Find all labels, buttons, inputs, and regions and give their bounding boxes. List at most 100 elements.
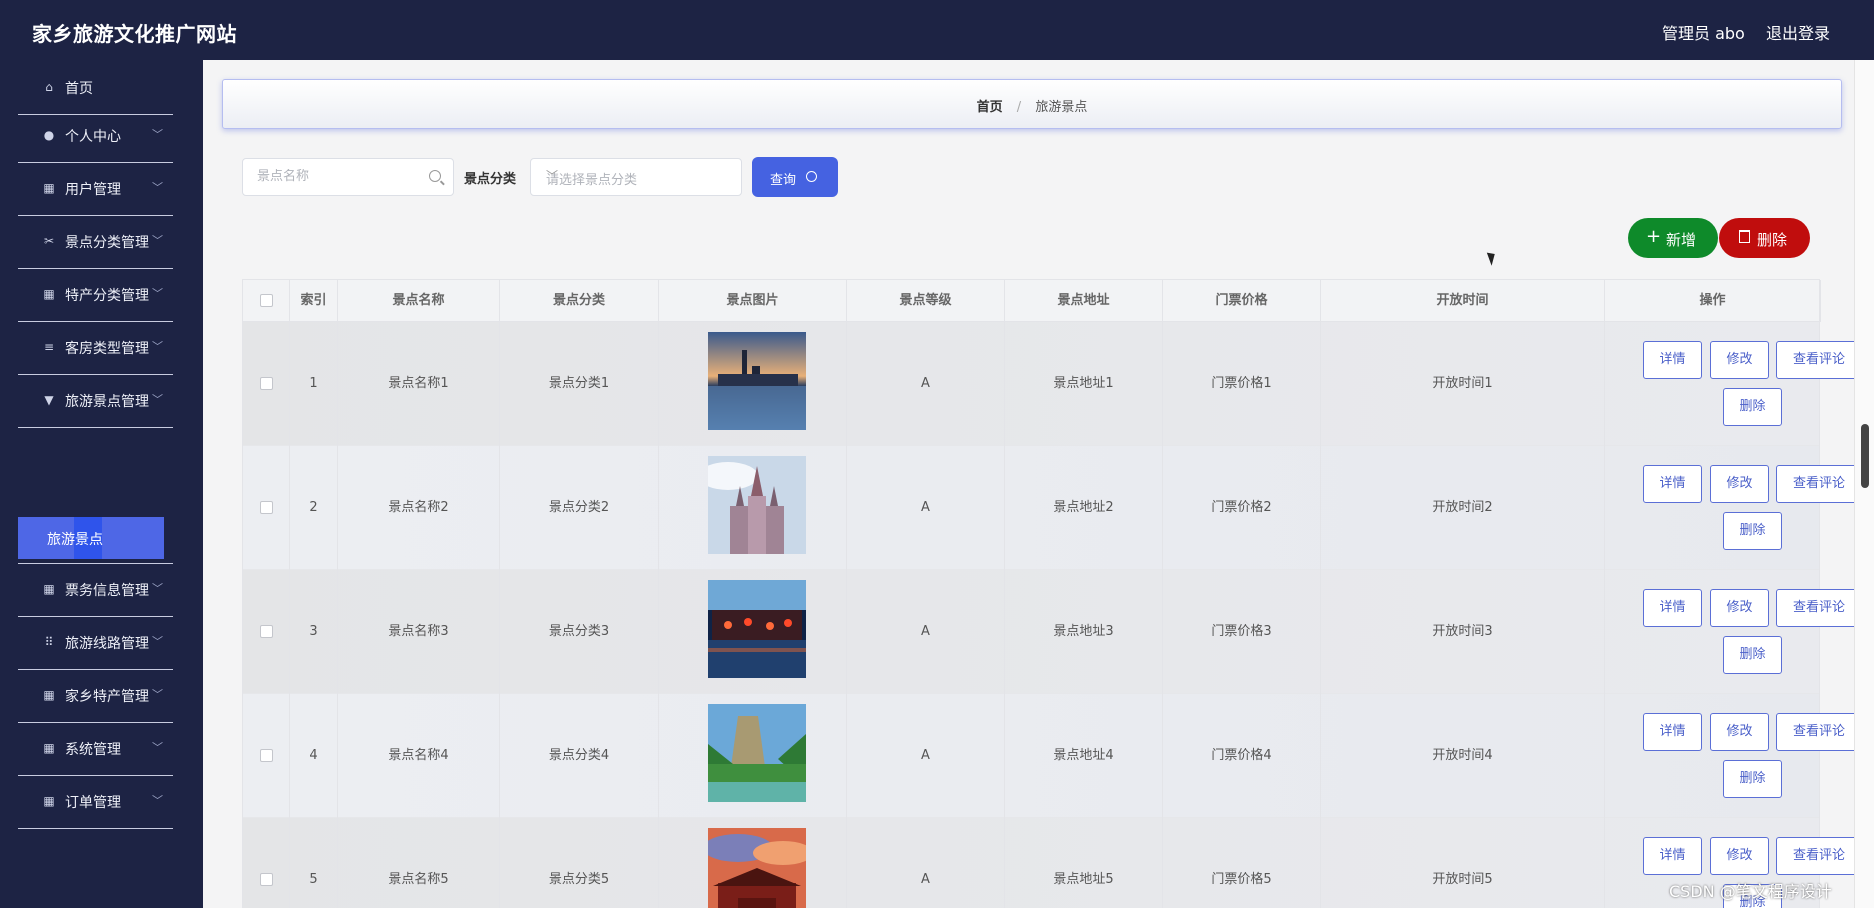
query-button[interactable]: 查询 <box>752 157 838 197</box>
view-reviews-button[interactable]: 查看评论 <box>1776 589 1862 627</box>
grid-icon: ▦ <box>43 582 55 596</box>
view-reviews-button[interactable]: 查看评论 <box>1776 837 1862 875</box>
page-scrollbar[interactable] <box>1854 60 1874 908</box>
site-title: 家乡旅游文化推广网站 <box>32 22 237 46</box>
cell-price: 门票价格1 <box>1163 322 1321 446</box>
row-delete-button[interactable]: 删除 <box>1723 512 1782 550</box>
sidebar-item-8[interactable]: ▦ 票务信息管理 ﹀ <box>18 562 173 617</box>
row-delete-button[interactable]: 删除 <box>1723 760 1782 798</box>
column-header: 开放时间 <box>1321 280 1605 322</box>
cell-open-time: 开放时间5 <box>1321 818 1605 908</box>
cell-level: A <box>847 818 1005 908</box>
detail-button[interactable]: 详情 <box>1643 589 1702 627</box>
grid-icon: ▦ <box>43 181 55 195</box>
cell-address: 景点地址5 <box>1005 818 1163 908</box>
cell-name: 景点名称4 <box>338 694 500 818</box>
grid-icon: ▦ <box>43 794 55 808</box>
trash-icon <box>1739 230 1750 243</box>
sidebar-item-label: 旅游线路管理 <box>65 636 149 652</box>
cell-level: A <box>847 446 1005 570</box>
row-delete-button[interactable]: 删除 <box>1723 636 1782 674</box>
select-all-checkbox[interactable] <box>259 294 273 307</box>
edit-button[interactable]: 修改 <box>1710 713 1769 751</box>
category-select[interactable]: 请选择景点分类 ﹀ <box>530 158 742 196</box>
row-checkbox[interactable] <box>259 873 273 886</box>
edit-button[interactable]: 修改 <box>1710 465 1769 503</box>
cell-price: 门票价格5 <box>1163 818 1321 908</box>
cell-name: 景点名称5 <box>338 818 500 908</box>
chevron-down-icon: ﹀ <box>152 741 163 754</box>
logout-link[interactable]: 退出登录 <box>1766 20 1830 44</box>
chevron-down-icon: ﹀ <box>152 688 163 701</box>
sidebar-item-9[interactable]: ⠿ 旅游线路管理 ﹀ <box>18 615 173 670</box>
submenu-item-tourist-spots[interactable]: 旅游景点 <box>18 517 164 559</box>
breadcrumb-bar: 首页 / 旅游景点 <box>222 79 1842 129</box>
row-checkbox[interactable] <box>259 625 273 638</box>
cell-address: 景点地址3 <box>1005 570 1163 694</box>
batch-delete-button[interactable]: 删除 <box>1719 218 1810 258</box>
sidebar-item-11[interactable]: ▦ 系统管理 ﹀ <box>18 721 173 776</box>
sidebar-item-10[interactable]: ▦ 家乡特产管理 ﹀ <box>18 668 173 723</box>
view-reviews-button[interactable]: 查看评论 <box>1776 341 1862 379</box>
detail-button[interactable]: 详情 <box>1643 837 1702 875</box>
delete-label: 删除 <box>1757 231 1788 249</box>
top-header: 家乡旅游文化推广网站 管理员 abo 退出登录 <box>0 0 1874 60</box>
row-checkbox[interactable] <box>259 501 273 514</box>
breadcrumb-home[interactable]: 首页 <box>977 100 1003 115</box>
mountain-river-image[interactable] <box>708 704 806 802</box>
table-row: 5 景点名称5 景点分类5 A 景点地址5 门票价格5 开放时间5 详情 修改 查看评论 删除 <box>243 818 1862 908</box>
apps-icon: ⠿ <box>44 635 54 649</box>
chevron-down-icon: ﹀ <box>152 128 163 141</box>
sidebar-item-label: 个人中心 <box>65 129 121 145</box>
scrollbar-thumb[interactable] <box>1861 424 1869 488</box>
sidebar-item-label: 票务信息管理 <box>65 583 149 599</box>
grid-icon: ▦ <box>43 741 55 755</box>
main-content: 首页 / 旅游景点 景点分类 请选择景点分类 ﹀ 查询 + 新增 删除 索引景点… <box>203 60 1862 908</box>
sidebar-item-3[interactable]: ✂ 景点分类管理 ﹀ <box>18 214 173 269</box>
sidebar-item-0[interactable]: ⌂ 首页 <box>18 60 173 115</box>
operations-cell: 详情 修改 查看评论删除 <box>1605 322 1862 446</box>
cell-name: 景点名称1 <box>338 322 500 446</box>
row-actions: 详情 修改 查看评论删除 <box>1605 694 1862 818</box>
home-icon: ⌂ <box>45 80 53 94</box>
submenu-label: 旅游景点 <box>47 532 103 548</box>
detail-button[interactable]: 详情 <box>1643 341 1702 379</box>
edit-button[interactable]: 修改 <box>1710 341 1769 379</box>
night-water-town-image[interactable] <box>708 580 806 678</box>
chevron-down-icon: ﹀ <box>152 340 163 353</box>
sidebar-item-label: 订单管理 <box>65 795 121 811</box>
cell-category: 景点分类3 <box>500 570 659 694</box>
add-button[interactable]: + 新增 <box>1628 218 1718 258</box>
column-header: 景点等级 <box>847 280 1005 322</box>
city-tower-lake-image[interactable] <box>708 332 806 430</box>
view-reviews-button[interactable]: 查看评论 <box>1776 465 1862 503</box>
cell-index: 2 <box>290 446 338 570</box>
detail-button[interactable]: 详情 <box>1643 465 1702 503</box>
row-checkbox[interactable] <box>259 749 273 762</box>
cell-category: 景点分类5 <box>500 818 659 908</box>
sidebar-item-1[interactable]: ● 个人中心 ﹀ <box>18 108 173 163</box>
castle-image[interactable] <box>698 456 806 554</box>
sidebar-item-5[interactable]: ≡ 客房类型管理 ﹀ <box>18 320 173 375</box>
sidebar-item-6[interactable]: ▼ 旅游景点管理 ﹀ <box>18 373 173 428</box>
row-delete-button[interactable]: 删除 <box>1723 388 1782 426</box>
sidebar-item-2[interactable]: ▦ 用户管理 ﹀ <box>18 161 173 216</box>
sidebar-item-4[interactable]: ▦ 特产分类管理 ﹀ <box>18 267 173 322</box>
search-icon <box>806 171 817 182</box>
cell-level: A <box>847 322 1005 446</box>
operations-cell: 详情 修改 查看评论删除 <box>1605 570 1862 694</box>
column-header: 操作 <box>1605 280 1821 322</box>
edit-button[interactable]: 修改 <box>1710 589 1769 627</box>
sidebar-item-12[interactable]: ▦ 订单管理 ﹀ <box>18 774 173 829</box>
detail-button[interactable]: 详情 <box>1643 713 1702 751</box>
edit-button[interactable]: 修改 <box>1710 837 1769 875</box>
row-select-cell <box>243 694 290 818</box>
spot-name-input[interactable] <box>257 169 427 184</box>
row-checkbox[interactable] <box>259 377 273 390</box>
view-reviews-button[interactable]: 查看评论 <box>1776 713 1862 751</box>
spot-name-search[interactable] <box>242 158 454 196</box>
palace-sunset-image[interactable] <box>703 828 813 908</box>
image-cell <box>659 818 847 908</box>
chevron-down-icon: ﹀ <box>152 635 163 648</box>
cell-category: 景点分类4 <box>500 694 659 818</box>
